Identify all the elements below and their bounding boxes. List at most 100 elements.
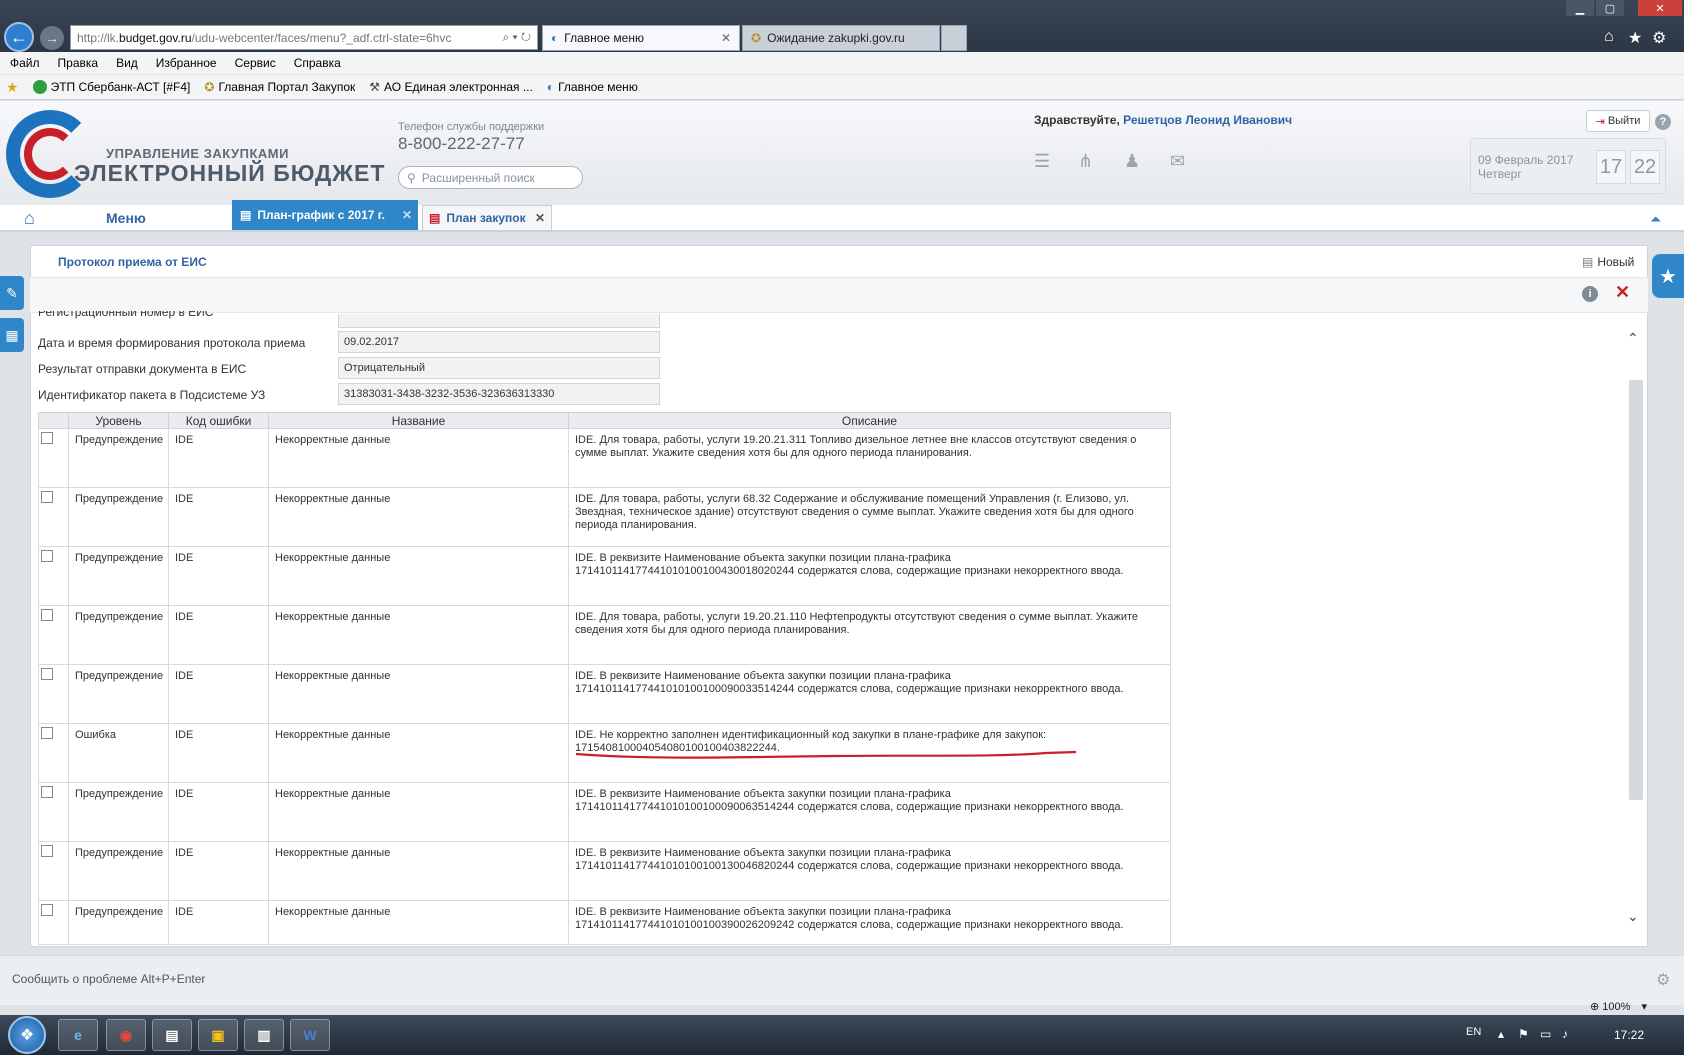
minimize-button[interactable]: ▁	[1566, 0, 1594, 16]
favorites-side-icon[interactable]: ★	[1652, 254, 1684, 298]
menu-help[interactable]: Справка	[294, 56, 341, 70]
tray-clock[interactable]: 17:22	[1614, 1028, 1644, 1042]
close-tab-icon[interactable]: ✕	[402, 208, 412, 222]
close-tab-icon[interactable]: ✕	[721, 31, 731, 45]
field-label-package-id: Идентификатор пакета в Подсистеме УЗ	[38, 388, 266, 402]
forward-icon[interactable]: →	[40, 26, 64, 50]
calculator-side-icon[interactable]: ▦	[0, 318, 24, 352]
table-row[interactable]: Предупреждение IDE Некорректные данные IDE.…	[38, 605, 1171, 665]
fav-ao-eets[interactable]: ⚒ АО Единая электронная ...	[369, 80, 533, 94]
row-checkbox[interactable]	[41, 904, 53, 916]
browser-tab-label: Главное меню	[564, 31, 644, 45]
back-icon[interactable]: ←	[4, 22, 34, 52]
user-alert-icon[interactable]: ♟	[1124, 151, 1140, 172]
scroll-down-icon[interactable]: ⌄	[1627, 908, 1639, 925]
report-problem-link[interactable]: Сообщить о проблеме Alt+P+Enter	[12, 972, 205, 986]
header-code[interactable]: Код ошибки	[168, 412, 269, 429]
menu-file[interactable]: Файл	[10, 56, 40, 70]
gear-icon[interactable]: ⚙	[1656, 970, 1670, 990]
table-row[interactable]: Предупреждение IDE Некорректные данные IDE.…	[38, 782, 1171, 842]
menu-edit[interactable]: Правка	[58, 56, 99, 70]
maximize-button[interactable]: ▢	[1596, 0, 1624, 16]
scroll-up-icon[interactable]: ⌃	[1627, 330, 1639, 347]
mail-icon[interactable]: ✉	[1170, 151, 1185, 172]
close-window-button[interactable]: ✕	[1638, 0, 1682, 16]
settings-gear-icon[interactable]: ⚙	[1652, 28, 1666, 48]
fav-label: Главное меню	[558, 80, 638, 94]
cell-description: IDE. В реквизите Наименование объекта за…	[568, 900, 1171, 945]
close-tab-icon[interactable]: ✕	[535, 211, 545, 225]
row-checkbox[interactable]	[41, 432, 53, 444]
close-icon[interactable]: ✕	[1615, 282, 1630, 303]
scrollbar-thumb[interactable]	[1629, 380, 1643, 800]
language-indicator[interactable]: EN	[1466, 1026, 1481, 1038]
flag-icon[interactable]: ⚑	[1518, 1027, 1529, 1041]
favorites-star-icon[interactable]: ★	[1628, 28, 1642, 48]
row-checkbox[interactable]	[41, 491, 53, 503]
app-taskbar-icon[interactable]: ▤	[152, 1019, 192, 1051]
row-checkbox[interactable]	[41, 786, 53, 798]
fav-label: АО Единая электронная ...	[384, 80, 533, 94]
ie-taskbar-icon[interactable]: e	[58, 1019, 98, 1051]
list-icon[interactable]: ☰	[1034, 151, 1050, 172]
address-prefix: http://lk.	[77, 30, 120, 45]
new-tab-button[interactable]	[941, 25, 967, 51]
user-name[interactable]: Решетцов Леонид Иванович	[1123, 113, 1292, 127]
tab-procurement-plan[interactable]: ▤ План закупок ✕	[422, 205, 552, 231]
page-icon: ◐	[551, 31, 559, 45]
support-phone: 8-800-222-27-77	[398, 134, 525, 153]
new-button[interactable]: ▤ Новый	[1582, 255, 1634, 269]
document-icon: ▤	[1582, 255, 1594, 269]
table-row[interactable]: Предупреждение IDE Некорректные данные IDE.…	[38, 900, 1171, 945]
volume-icon[interactable]: ♪	[1562, 1027, 1568, 1041]
browser-tab-main-menu[interactable]: ◐ Главное меню ✕	[542, 25, 740, 51]
header-name[interactable]: Название	[268, 412, 569, 429]
cell-level: Предупреждение	[68, 782, 169, 842]
table-row[interactable]: Предупреждение IDE Некорректные данные IDE.…	[38, 664, 1171, 724]
table-row[interactable]: Предупреждение IDE Некорректные данные IDE.…	[38, 428, 1171, 488]
favorites-star-icon[interactable]: ★	[6, 79, 19, 96]
browser-tab-zakupki[interactable]: ✪ Ожидание zakupki.gov.ru	[742, 25, 940, 51]
fav-main-menu[interactable]: ◐ Главное меню	[547, 80, 638, 94]
advanced-search-input[interactable]: ⚲ Расширенный поиск	[398, 166, 583, 189]
fav-sberbank-ast[interactable]: ЭТП Сбербанк-АСТ [#F4]	[32, 80, 190, 94]
header-description[interactable]: Описание	[568, 412, 1171, 429]
address-bar[interactable]: http://lk. budget.gov.ru/udu-webcenter/fa…	[70, 25, 538, 50]
word-taskbar-icon[interactable]: W	[290, 1019, 330, 1051]
network-icon[interactable]: ▭	[1540, 1027, 1551, 1041]
row-checkbox[interactable]	[41, 727, 53, 739]
help-icon[interactable]: ?	[1655, 114, 1671, 130]
edit-side-icon[interactable]: ✎	[0, 276, 24, 310]
start-button[interactable]: ❖	[8, 1016, 46, 1054]
document-icon: ▤	[240, 208, 252, 222]
menu-tools[interactable]: Сервис	[235, 56, 276, 70]
fav-zakupki-portal[interactable]: ✪ Главная Портал Закупок	[204, 80, 355, 94]
tree-icon[interactable]: ⋔	[1078, 151, 1093, 172]
home-icon[interactable]: ⌂	[24, 208, 35, 229]
row-checkbox[interactable]	[41, 609, 53, 621]
tab-plan-schedule[interactable]: ▤ План-график с 2017 г. ✕	[232, 200, 418, 230]
info-icon[interactable]: i	[1582, 286, 1598, 302]
zoom-level[interactable]: ⊕ 100% ▾	[1590, 1000, 1647, 1013]
home-icon[interactable]: ⌂	[1604, 28, 1614, 46]
network-taskbar-icon[interactable]: ▥	[244, 1019, 284, 1051]
collapse-header-icon[interactable]: ⏶	[1650, 211, 1661, 228]
row-checkbox[interactable]	[41, 845, 53, 857]
table-row[interactable]: Предупреждение IDE Некорректные данные IDE.…	[38, 487, 1171, 547]
greeting-text: Здравствуйте,	[1034, 113, 1124, 127]
menu-view[interactable]: Вид	[116, 56, 138, 70]
row-checkbox[interactable]	[41, 668, 53, 680]
search-refresh-icon[interactable]: ⌕ ▾ ↻	[502, 30, 531, 45]
menu-link[interactable]: Меню	[106, 210, 146, 226]
cell-description: IDE. В реквизите Наименование объекта за…	[568, 546, 1171, 606]
cell-description: IDE. Для товара, работы, услуги 19.20.21…	[568, 605, 1171, 665]
tray-arrow-icon[interactable]: ▴	[1498, 1027, 1504, 1041]
menu-favorites[interactable]: Избранное	[156, 56, 217, 70]
table-row[interactable]: Предупреждение IDE Некорректные данные IDE.…	[38, 841, 1171, 901]
folder-taskbar-icon[interactable]: ▣	[198, 1019, 238, 1051]
header-level[interactable]: Уровень	[68, 412, 169, 429]
chrome-taskbar-icon[interactable]: ◉	[106, 1019, 146, 1051]
row-checkbox[interactable]	[41, 550, 53, 562]
table-row[interactable]: Предупреждение IDE Некорректные данные IDE.…	[38, 546, 1171, 606]
exit-button[interactable]: ⇥ Выйти	[1586, 110, 1650, 132]
